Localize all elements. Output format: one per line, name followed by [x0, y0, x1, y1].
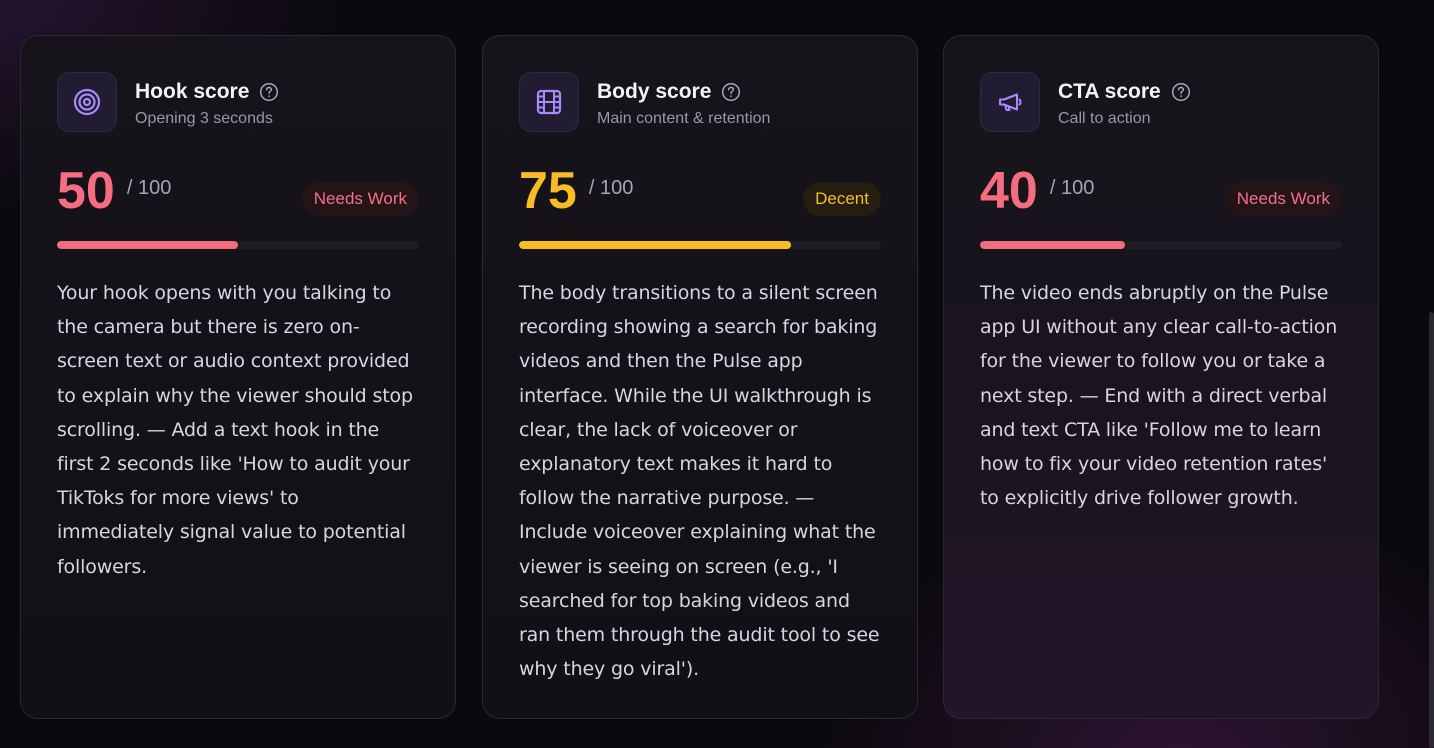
hook-icon-box [57, 72, 117, 132]
score-max: / 100 [588, 177, 634, 199]
score-value: 40 [980, 162, 1038, 220]
body-icon-box [519, 72, 579, 132]
card-subtitle: Opening 3 seconds [135, 110, 273, 127]
score-display: 50 / 100 [57, 161, 171, 221]
score-progress-bar [980, 241, 1342, 249]
score-display: 40 / 100 [980, 161, 1094, 221]
score-progress-fill [980, 241, 1125, 249]
score-progress-bar [57, 241, 419, 249]
score-progress-fill [519, 241, 791, 249]
score-value: 75 [519, 162, 577, 220]
feedback-text: Your hook opens with you talking to the … [57, 282, 413, 578]
help-icon[interactable] [1171, 82, 1191, 102]
card-title: Hook score [135, 80, 250, 103]
feedback-text: The video ends abruptly on the Pulse app… [980, 282, 1338, 510]
card-title: CTA score [1058, 80, 1161, 103]
help-icon[interactable] [259, 82, 279, 102]
cta-icon-box [980, 72, 1040, 132]
target-icon [72, 87, 102, 117]
status-badge: Needs Work [301, 182, 419, 216]
status-badge: Decent [803, 182, 881, 216]
score-value: 50 [57, 162, 115, 220]
scrollbar[interactable] [1429, 312, 1434, 748]
help-icon[interactable] [721, 82, 741, 102]
card-subtitle: Main content & retention [597, 110, 771, 127]
body-score-card: Body score Main content & retention 75 /… [482, 35, 918, 719]
hook-score-card: Hook score Opening 3 seconds 50 / 100 Ne… [20, 35, 456, 719]
score-progress-bar [519, 241, 881, 249]
status-badge: Needs Work [1224, 182, 1342, 216]
score-max: / 100 [126, 177, 172, 199]
score-cards-panel: Hook score Opening 3 seconds 50 / 100 Ne… [0, 0, 1434, 748]
card-title: Body score [597, 80, 712, 103]
film-icon [534, 87, 564, 117]
score-display: 75 / 100 [519, 161, 633, 221]
megaphone-icon [995, 87, 1025, 117]
score-progress-fill [57, 241, 238, 249]
score-max: / 100 [1049, 177, 1095, 199]
cta-score-card: CTA score Call to action 40 / 100 Needs … [943, 35, 1379, 719]
card-subtitle: Call to action [1058, 110, 1151, 127]
feedback-text: The body transitions to a silent screen … [519, 282, 880, 681]
